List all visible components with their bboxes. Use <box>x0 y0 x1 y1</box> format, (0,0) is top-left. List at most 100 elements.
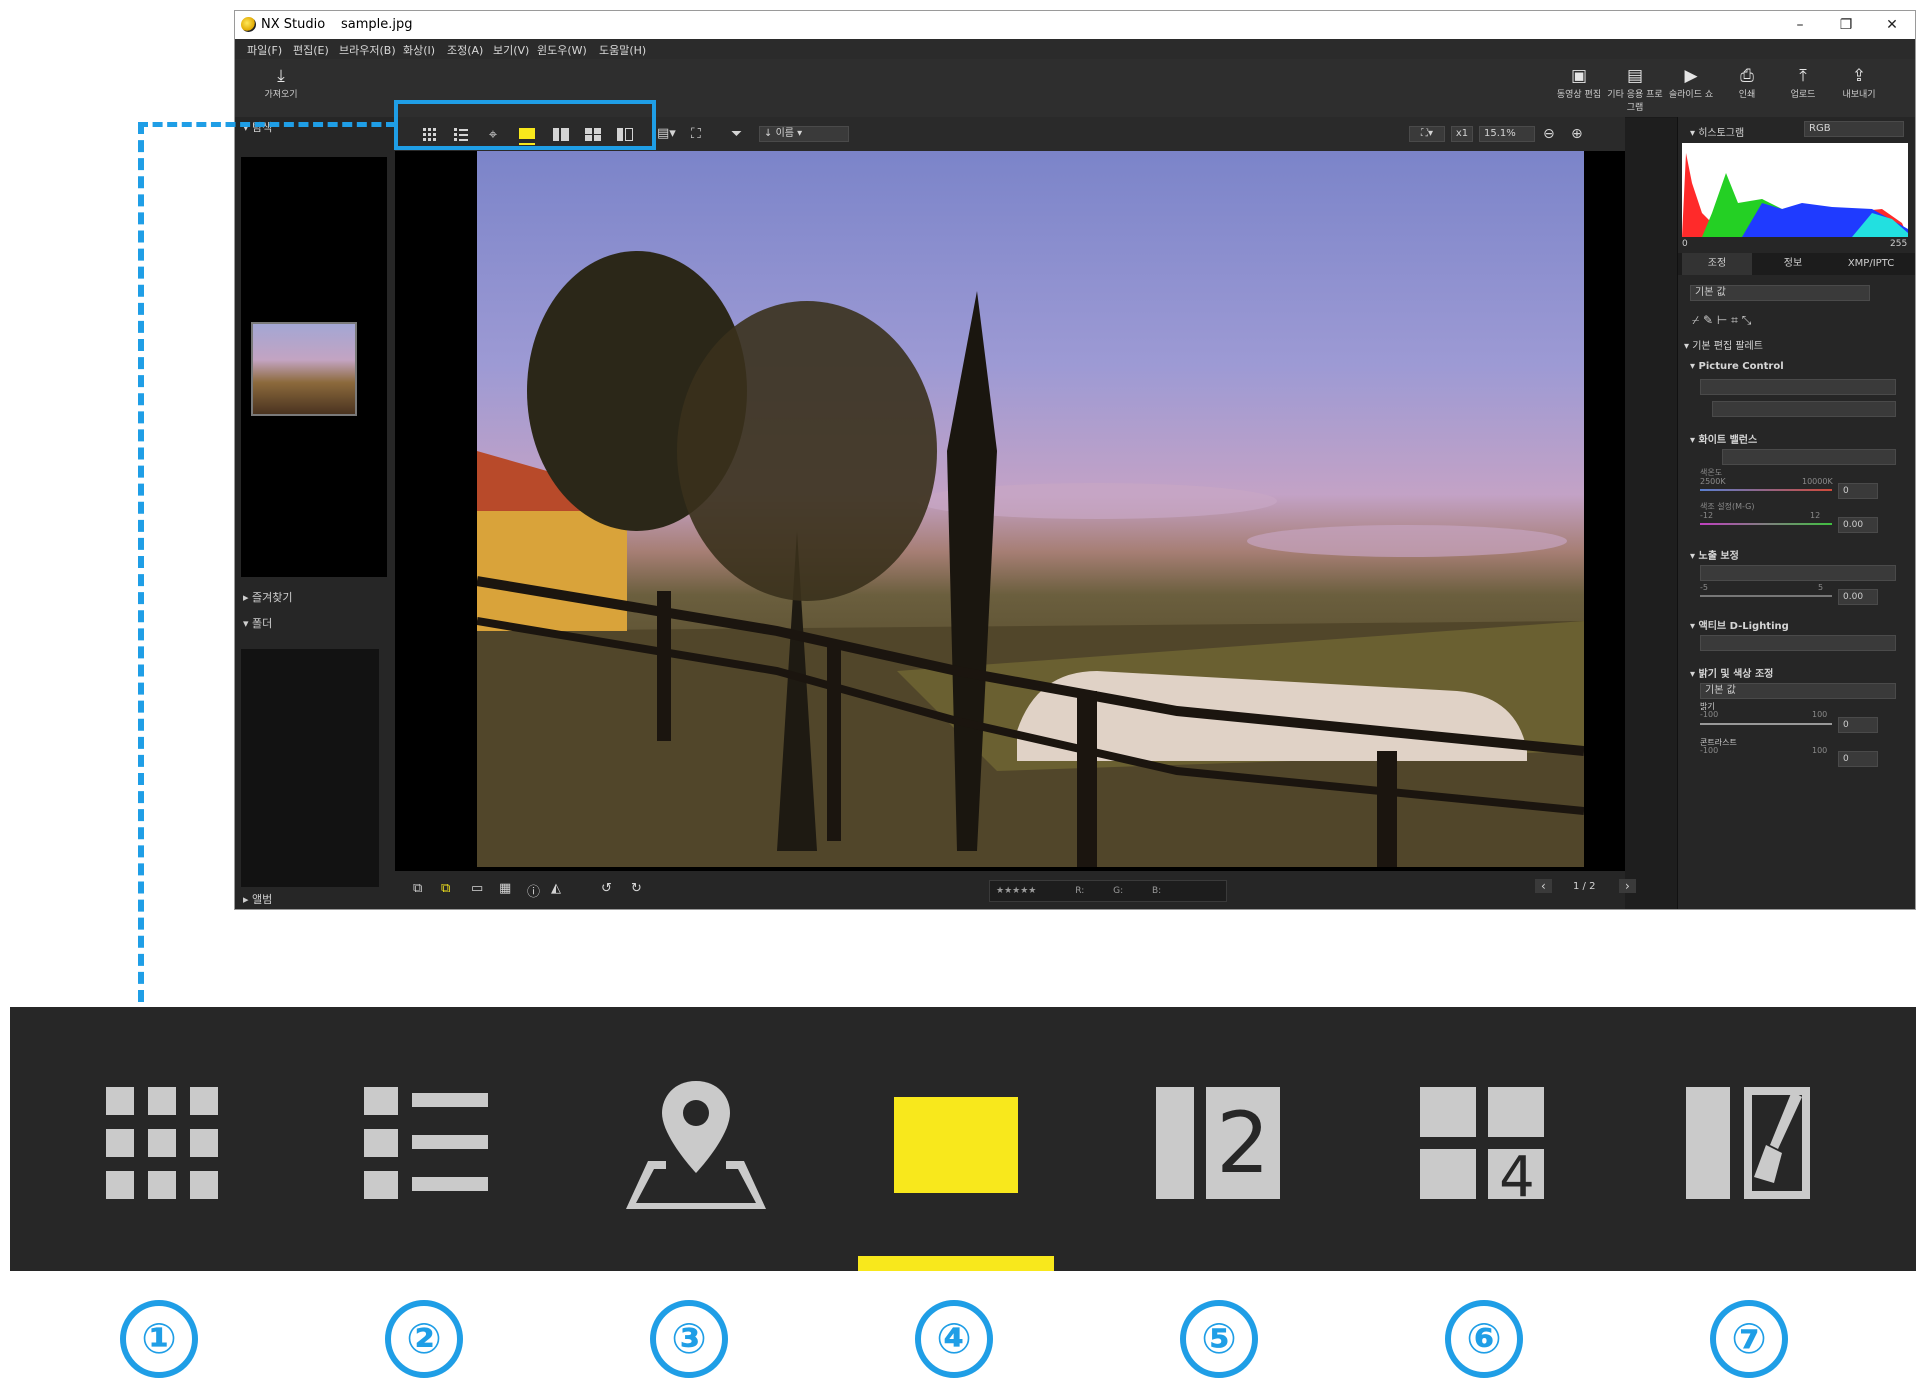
rating-stars-icon[interactable]: ★★★★★ <box>996 886 1036 896</box>
download-icon: ⤓ <box>277 66 285 86</box>
adjust-tools-icons[interactable]: ⌿ ✎ ⊢ ⌗ ⤡ <box>1692 313 1751 328</box>
movie-edit-button[interactable]: ▣ 동영상 편집 <box>1551 65 1607 100</box>
overlay-icon[interactable]: ⧉ <box>441 881 450 896</box>
exposure-max: 5 <box>1818 583 1824 592</box>
picture-control-header[interactable]: ▾ Picture Control <box>1690 361 1784 372</box>
brightness-value[interactable]: 0 <box>1838 717 1878 733</box>
color-temp-value[interactable]: 0 <box>1838 483 1878 499</box>
image-viewer[interactable] <box>395 151 1625 871</box>
filter-icon[interactable]: ⏷ <box>731 123 755 145</box>
slideshow-button[interactable]: ▶ 슬라이드 쇼 <box>1663 65 1719 100</box>
adl-dropdown[interactable] <box>1700 635 1896 651</box>
brightness-color-header[interactable]: ▾ 밝기 및 색상 조정 <box>1690 665 1773 680</box>
tab-xmp-iptc[interactable]: XMP/IPTC <box>1834 253 1908 275</box>
tab-info[interactable]: 정보 <box>1758 253 1828 275</box>
brightness-preset-dropdown[interactable]: 기본 값 <box>1700 683 1896 699</box>
stack-icon[interactable]: ⧉ <box>413 881 422 896</box>
exposure-dropdown[interactable] <box>1700 565 1896 581</box>
next-image-button[interactable]: › <box>1619 879 1636 893</box>
compare-4-icon[interactable]: 4 <box>1420 1087 1544 1211</box>
maximize-button[interactable]: ❐ <box>1823 13 1869 37</box>
rotate-right-icon[interactable]: ↻ <box>631 881 642 896</box>
export-button[interactable]: ⇪ 내보내기 <box>1831 65 1887 100</box>
upload-label: 업로드 <box>1790 90 1816 100</box>
zoom-out-icon[interactable]: ⊖ <box>1543 123 1567 145</box>
list-view-icon[interactable] <box>364 1087 488 1211</box>
prev-image-button[interactable]: ‹ <box>1535 879 1552 893</box>
folder-tree[interactable] <box>241 649 379 887</box>
compare-2-icon[interactable]: 2 <box>1156 1087 1280 1211</box>
exposure-value[interactable]: 0.00 <box>1838 589 1878 605</box>
other-apps-button[interactable]: ▤ 기타 응용 프로그램 <box>1607 65 1663 113</box>
print-button[interactable]: ⎙ 인쇄 <box>1719 65 1775 100</box>
browse-header[interactable]: ▾ 탐색 <box>235 117 395 139</box>
printer-icon: ⎙ <box>1740 66 1754 86</box>
fit-screen-icon[interactable]: ⛶ <box>691 123 715 145</box>
brightness-slider[interactable] <box>1700 723 1832 725</box>
fit-dropdown[interactable]: ⛶▾ <box>1409 126 1445 142</box>
menu-view[interactable]: 보기(V) <box>493 42 529 58</box>
histogram-channel: RGB <box>1809 123 1831 134</box>
info-icon[interactable]: ⓘ <box>527 881 540 900</box>
histogram-icon[interactable]: ◭ <box>551 881 561 896</box>
color-temp-slider[interactable] <box>1700 489 1832 491</box>
tint-slider[interactable] <box>1700 523 1832 525</box>
import-button[interactable]: ⤓ 가져오기 <box>253 65 309 100</box>
app-logo-icon <box>241 17 256 32</box>
map-view-icon[interactable] <box>626 1081 766 1211</box>
marker-2: ② <box>385 1300 463 1378</box>
album-header[interactable]: ▸ 앨범 <box>235 889 395 909</box>
favorites-header[interactable]: ▸ 즐겨찾기 <box>235 587 395 609</box>
zoom-x1-button[interactable]: x1 <box>1451 126 1473 142</box>
menu-edit[interactable]: 편집(E) <box>293 42 329 58</box>
menu-image[interactable]: 화상(I) <box>403 42 435 58</box>
palette-header[interactable]: ▾ 기본 편집 팔레트 <box>1684 337 1763 352</box>
menu-browser[interactable]: 브라우저(B) <box>339 42 396 58</box>
preset-dropdown[interactable]: 기본 값 <box>1690 285 1870 301</box>
exposure-header[interactable]: ▾ 노출 보정 <box>1690 547 1739 562</box>
close-button[interactable]: ✕ <box>1869 13 1915 37</box>
grid-icon[interactable]: ▦ <box>499 881 511 896</box>
album-label: 앨범 <box>252 893 273 906</box>
upload-icon: ⤒ <box>1799 66 1807 86</box>
compare-4-digit: 4 <box>1499 1145 1535 1210</box>
tint-value[interactable]: 0.00 <box>1838 517 1878 533</box>
palette-label: 기본 편집 팔레트 <box>1692 341 1763 352</box>
contrast-value[interactable]: 0 <box>1838 751 1878 767</box>
rotate-left-icon[interactable]: ↺ <box>601 881 612 896</box>
single-image-icon[interactable] <box>894 1087 1018 1211</box>
white-balance-header[interactable]: ▾ 화이트 밸런스 <box>1690 431 1757 446</box>
zoom-percent-field[interactable]: 15.1% <box>1479 126 1535 142</box>
b-label: B: <box>1152 886 1162 896</box>
marker-1: ① <box>120 1300 198 1378</box>
picture-control-sub-dropdown[interactable] <box>1712 401 1896 417</box>
g-label: G: <box>1113 886 1124 896</box>
frame-icon[interactable]: ▭ <box>471 881 483 896</box>
zoom-in-icon[interactable]: ⊕ <box>1571 123 1595 145</box>
thumbnail-image[interactable] <box>251 322 357 416</box>
before-after-icon[interactable] <box>1686 1087 1810 1211</box>
adl-header[interactable]: ▾ 액티브 D-Lighting <box>1690 617 1789 632</box>
callout-vertical-line <box>138 122 144 1002</box>
folder-header[interactable]: ▾ 폴더 <box>235 613 395 635</box>
picture-control-dropdown[interactable] <box>1700 379 1896 395</box>
exposure-slider[interactable] <box>1700 595 1832 597</box>
color-temp-min: 2500K <box>1700 477 1726 486</box>
menu-window[interactable]: 윈도우(W) <box>537 42 587 58</box>
menu-file[interactable]: 파일(F) <box>247 42 282 58</box>
display-layout-icon[interactable]: ▤▾ <box>657 123 681 145</box>
upload-button[interactable]: ⤒ 업로드 <box>1775 65 1831 100</box>
menu-adjust[interactable]: 조정(A) <box>447 42 483 58</box>
r-label: R: <box>1075 886 1085 896</box>
white-balance-dropdown[interactable] <box>1722 449 1896 465</box>
sort-dropdown[interactable]: ↓ 이름 ▾ <box>759 126 849 142</box>
histogram-header[interactable]: ▾ 히스토그램 <box>1690 124 1744 139</box>
picture-control-label: Picture Control <box>1698 361 1784 372</box>
menu-help[interactable]: 도움말(H) <box>599 42 646 58</box>
minimize-button[interactable]: – <box>1777 13 1823 37</box>
view-mode-highlight-box <box>394 100 656 150</box>
color-temp-max: 10000K <box>1802 477 1833 486</box>
tab-adjust[interactable]: 조정 <box>1682 253 1752 275</box>
histogram-channel-dropdown[interactable]: RGB <box>1804 121 1904 137</box>
thumbnail-grid-icon[interactable] <box>106 1087 230 1211</box>
